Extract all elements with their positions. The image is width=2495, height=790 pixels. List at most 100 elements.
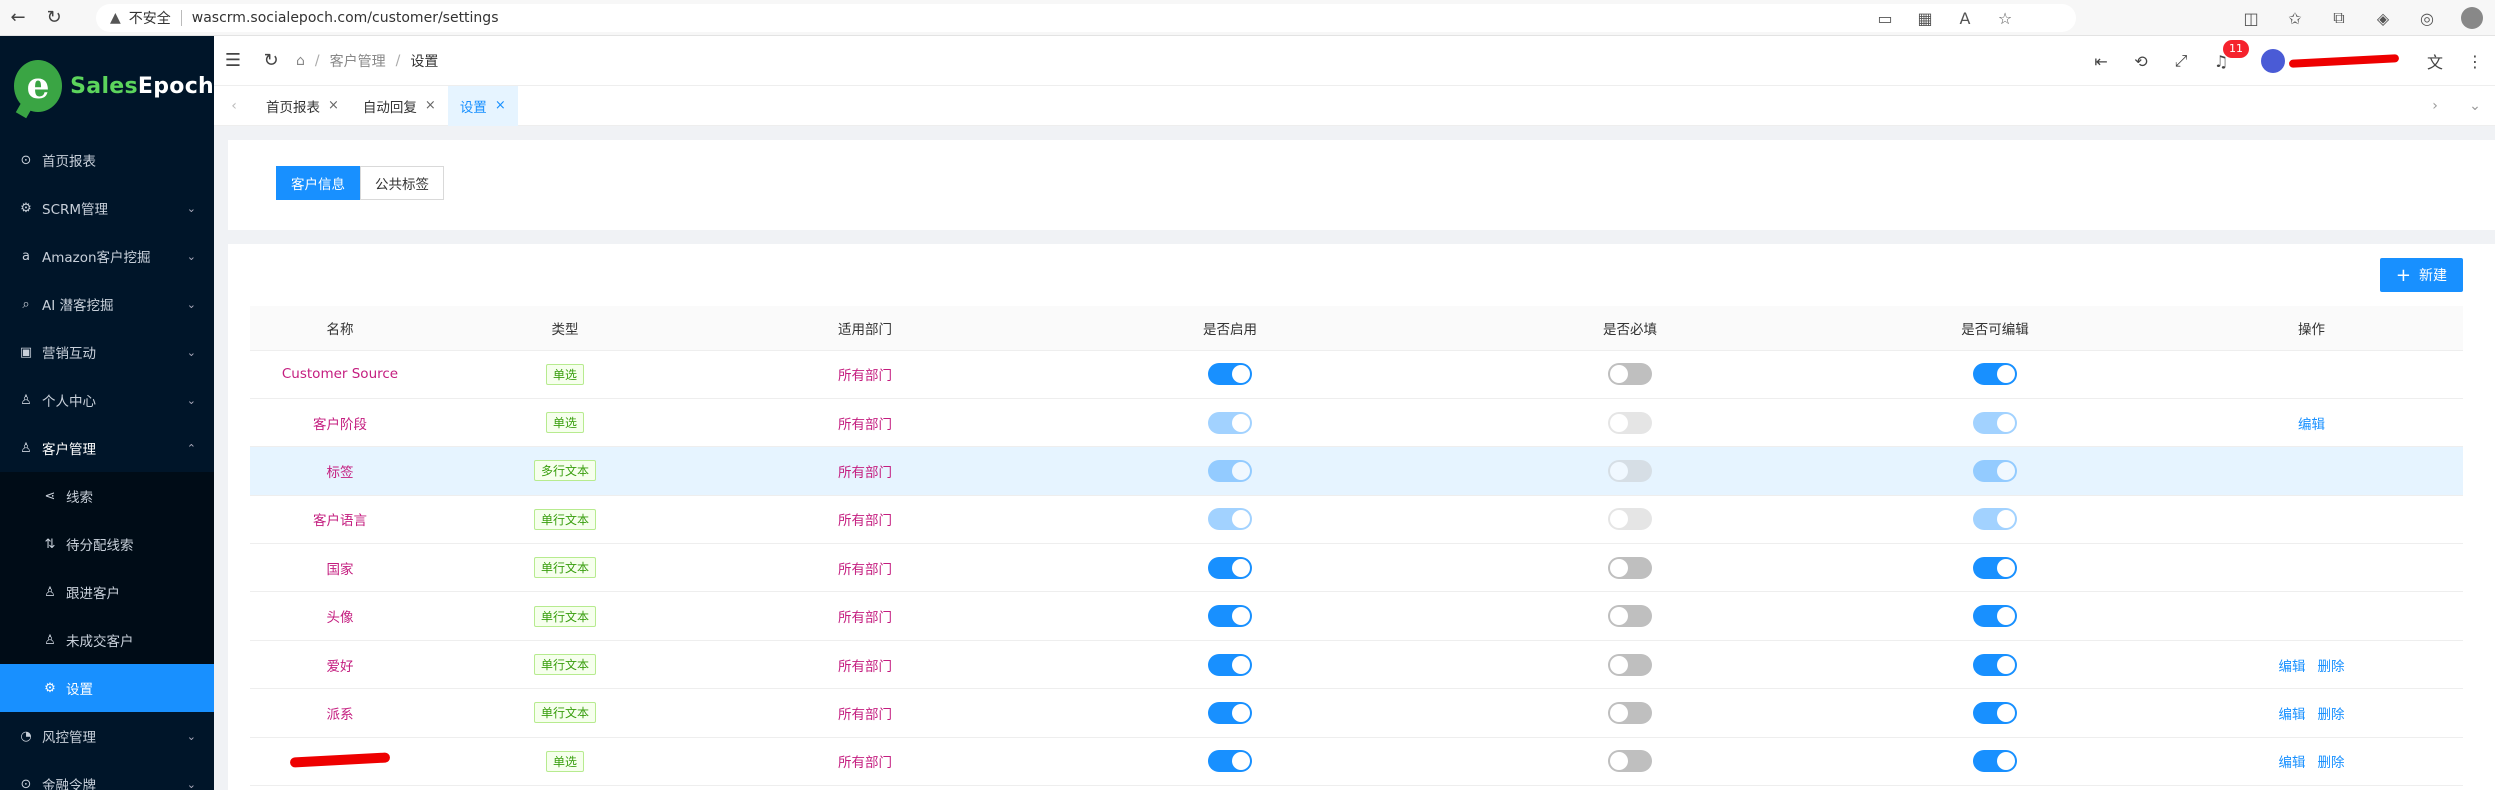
new-button[interactable]: + 新建 [2379,258,2463,292]
delete-link[interactable]: 删除 [2318,707,2345,723]
table-row: 单选 所有部门 编辑 删除 [250,737,2463,787]
close-icon[interactable]: × [425,98,436,113]
chevron-down-icon[interactable]: ⌄ [2455,98,2495,114]
enabled-toggle[interactable] [1208,750,1252,773]
dept-text: 所有部门 [838,464,892,481]
enabled-toggle [1208,459,1252,482]
sidebar-item-risk[interactable]: ◔ 风控管理 ⌄ [0,712,214,760]
enabled-toggle[interactable] [1208,556,1252,579]
sidebar-item-ai-prospect[interactable]: ⌕ AI 潜客挖掘 ⌄ [0,280,214,328]
sidebar-item-followup[interactable]: ♙ 跟进客户 [0,568,214,616]
segment-customer-info[interactable]: 客户信息 [276,166,360,200]
translate-icon[interactable]: 文 [2415,36,2455,86]
required-toggle[interactable] [1608,750,1652,773]
type-tag: 单行文本 [533,557,596,579]
device-icon[interactable]: ▭ [1865,4,1905,32]
user-menu[interactable] [2261,49,2400,73]
table-row: 标签 多行文本 所有部门 [250,446,2463,496]
qr-icon[interactable]: ▦ [1905,4,1945,32]
chevron-down-icon: ⌄ [186,345,196,359]
delete-link[interactable]: 删除 [2318,659,2345,675]
home-icon[interactable]: ⌂ [296,53,305,69]
sidebar-item-customers[interactable]: ♙ 客户管理 ⌃ [0,424,214,472]
enabled-toggle[interactable] [1208,363,1252,386]
table-row: 爱好 单行文本 所有部门 编辑 删除 [250,640,2463,690]
close-icon[interactable]: × [495,98,506,113]
enabled-toggle[interactable] [1208,605,1252,628]
sidebar-item-unassigned-leads[interactable]: ⇅ 待分配线索 [0,520,214,568]
collections-icon[interactable]: ⧉ [2317,0,2361,36]
required-toggle[interactable] [1608,653,1652,676]
editable-toggle [1973,411,2017,434]
col-enabled: 是否启用 [1030,306,1430,351]
favorites-icon[interactable]: ✩ [2273,0,2317,36]
sidebar-item-personal[interactable]: ♙ 个人中心 ⌄ [0,376,214,424]
required-toggle[interactable] [1608,363,1652,386]
edit-link[interactable]: 编辑 [2298,417,2325,433]
editable-toggle[interactable] [1973,701,2017,724]
menu-fold-icon[interactable]: ☰ [214,36,252,86]
breadcrumb-customers[interactable]: 客户管理 [330,51,386,71]
dept-text: 所有部门 [838,706,892,723]
tab-home-report[interactable]: 首页报表 × [254,86,351,126]
more-icon[interactable]: ⋮ [2455,36,2495,86]
editable-toggle[interactable] [1973,605,2017,628]
logo[interactable]: e SalesEpoch [0,36,214,136]
split-icon[interactable]: ◫ [2229,0,2273,36]
calendar-icon: ▣ [19,344,33,360]
chevron-left-icon[interactable]: ‹ [214,98,254,114]
enabled-toggle[interactable] [1208,653,1252,676]
sidebar-item-settings[interactable]: ⚙ 设置 [0,664,214,712]
dept-text: 所有部门 [838,368,892,385]
sidebar-item-marketing[interactable]: ▣ 营销互动 ⌄ [0,328,214,376]
tab-auto-reply[interactable]: 自动回复 × [351,86,448,126]
required-toggle[interactable] [1608,701,1652,724]
extension-icon[interactable]: ◈ [2361,0,2405,36]
sidebar-item-scrm[interactable]: ⚙ SCRM管理 ⌄ [0,184,214,232]
fullscreen-icon[interactable]: ⤢ [2161,36,2201,86]
url-text: wascrm.socialepoch.com/customer/settings [191,10,499,26]
chevron-down-icon: ⌄ [186,729,196,743]
editable-toggle[interactable] [1973,653,2017,676]
required-toggle [1608,411,1652,434]
bell-icon[interactable]: ♫ 11 [2201,36,2249,86]
sidebar-item-home-report[interactable]: ⊙ 首页报表 [0,136,214,184]
editable-toggle[interactable] [1973,556,2017,579]
browser-profile-avatar[interactable] [2461,7,2483,29]
edit-link[interactable]: 编辑 [2279,707,2306,723]
edit-link[interactable]: 编辑 [2279,659,2306,675]
avatar [2261,49,2285,73]
tabs-bar: ‹ 首页报表 × 自动回复 × 设置 × › ⌄ [214,85,2495,126]
sidebar-item-finance-token[interactable]: ⊙ 金融令牌 ⌄ [0,760,214,790]
reload-icon[interactable]: ↻ [252,36,290,86]
security-label: 不安全 [128,11,171,27]
required-toggle[interactable] [1608,605,1652,628]
tab-settings[interactable]: 设置 × [447,85,518,126]
edit-link[interactable]: 编辑 [2279,755,2306,771]
logout-icon[interactable]: ⇤ [2081,36,2121,86]
enabled-toggle[interactable] [1208,701,1252,724]
segment-control: 客户信息 公共标签 [276,166,444,200]
sidebar-item-unclosed[interactable]: ♙ 未成交客户 [0,616,214,664]
editable-toggle[interactable] [1973,363,2017,386]
refresh-icon[interactable]: ⟲ [2121,36,2161,86]
type-tag: 多行文本 [533,460,596,482]
sidebar-item-leads[interactable]: ⋖ 线索 [0,472,214,520]
search-icon: ⌕ [22,296,30,312]
address-bar[interactable]: ▲ 不安全 wascrm.socialepoch.com/customer/se… [96,4,2076,32]
read-aloud-icon[interactable]: A [1945,4,1985,32]
chevron-right-icon[interactable]: › [2415,98,2455,114]
breadcrumb-settings: 设置 [410,53,439,70]
required-toggle[interactable] [1608,556,1652,579]
editable-toggle[interactable] [1973,750,2017,773]
close-icon[interactable]: × [328,98,339,113]
sidebar-item-amazon[interactable]: a Amazon客户挖掘 ⌄ [0,232,214,280]
back-icon[interactable]: ← [0,0,36,36]
favorite-icon[interactable]: ☆ [1985,4,2025,32]
refresh-icon[interactable]: ↻ [36,0,72,36]
browser-toolbar: ← ↻ ▲ 不安全 wascrm.socialepoch.com/custome… [0,0,2495,36]
segment-public-tags[interactable]: 公共标签 [360,166,444,200]
edge-icon[interactable]: ◎ [2405,0,2449,36]
address-tools: ▭ ▦ A ☆ [1865,4,2025,32]
delete-link[interactable]: 删除 [2318,755,2345,771]
